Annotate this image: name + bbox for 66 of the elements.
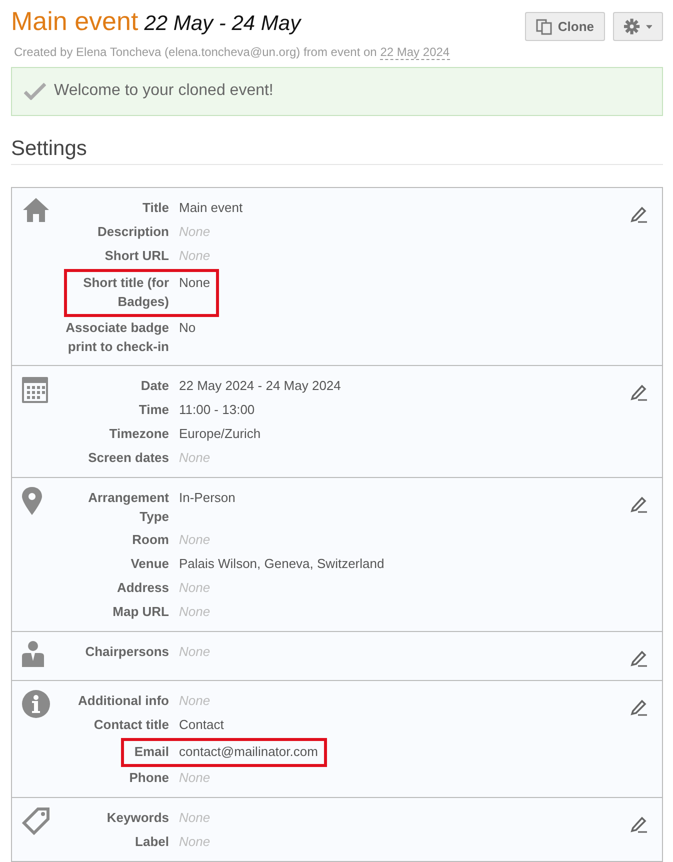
- settings-button[interactable]: [613, 12, 663, 41]
- field-label: Arrangement Type: [87, 488, 170, 526]
- field-value: contact@mailinator.com: [179, 738, 327, 767]
- field-value: In-Person: [179, 488, 236, 507]
- field-label: Additional info: [78, 692, 170, 710]
- field-value: Palais Wilson, Geneva, Switzerland: [179, 554, 384, 573]
- event-dates: 22 May - 24 May: [144, 11, 301, 37]
- field-value: None: [179, 602, 210, 621]
- field-label: Chairpersons: [85, 642, 170, 661]
- field-label: Screen dates: [88, 448, 170, 467]
- info-icon: [22, 690, 50, 718]
- field-label: Timezone: [109, 424, 170, 443]
- field-value: None: [179, 448, 210, 467]
- created-date: 22 May 2024: [380, 44, 450, 60]
- edit-icon[interactable]: [630, 494, 648, 513]
- map-pin-icon: [22, 486, 42, 515]
- field-label: Time: [138, 400, 170, 419]
- field-value: None: [179, 530, 210, 549]
- field-label: Date: [140, 376, 170, 395]
- field-label: Short title (for Badges): [64, 268, 179, 317]
- field-value: None: [179, 222, 210, 241]
- field-label: Phone: [129, 768, 170, 787]
- field-value: None: [179, 768, 210, 787]
- created-by-text: Created by Elena Toncheva (elena.toncheva@un.org) from event on: [14, 44, 377, 58]
- caret-icon: [646, 24, 652, 28]
- edit-icon[interactable]: [630, 382, 648, 401]
- event-title: Main event: [11, 8, 138, 34]
- alert-message: Welcome to your cloned event!: [54, 81, 274, 101]
- field-value: None: [179, 642, 210, 661]
- field-value: Contact: [179, 716, 224, 734]
- field-value: None: [179, 692, 210, 710]
- field-value: None: [179, 268, 220, 317]
- field-value: None: [179, 246, 210, 265]
- clone-button[interactable]: Clone: [524, 12, 605, 41]
- field-label: Address: [116, 578, 170, 597]
- field-label: Venue: [130, 554, 170, 573]
- field-value: None: [179, 808, 210, 827]
- field-label: Title: [142, 198, 170, 217]
- edit-icon[interactable]: [630, 648, 648, 667]
- field-label: Email: [121, 738, 179, 767]
- edit-icon[interactable]: [630, 814, 648, 833]
- tag-icon: [22, 806, 50, 835]
- field-value: None: [179, 832, 210, 851]
- field-label: Description: [97, 222, 170, 241]
- field-label: Associate badge print to check-in: [64, 318, 170, 356]
- field-value: 22 May 2024 - 24 May 2024: [179, 376, 341, 395]
- section-heading: Settings: [11, 136, 663, 165]
- home-icon: [22, 196, 50, 223]
- field-label: Map URL: [112, 602, 170, 621]
- field-value: Main event: [179, 198, 243, 217]
- calendar-icon: [22, 374, 48, 403]
- edit-icon[interactable]: [630, 698, 648, 716]
- check-icon: [24, 82, 46, 100]
- field-value: No: [179, 318, 196, 337]
- field-label: Label: [135, 832, 170, 851]
- field-label: Short URL: [104, 246, 170, 265]
- copy-icon: [536, 18, 552, 34]
- person-icon: [22, 640, 44, 667]
- field-value: Europe/Zurich: [179, 424, 261, 443]
- field-value: 11:00 - 13:00: [179, 400, 255, 419]
- field-label: Contact title: [94, 716, 170, 734]
- field-value: None: [179, 578, 210, 597]
- settings-icon: [624, 18, 640, 35]
- edit-icon[interactable]: [630, 204, 648, 223]
- field-label: Room: [132, 530, 170, 549]
- field-label: Keywords: [106, 808, 170, 827]
